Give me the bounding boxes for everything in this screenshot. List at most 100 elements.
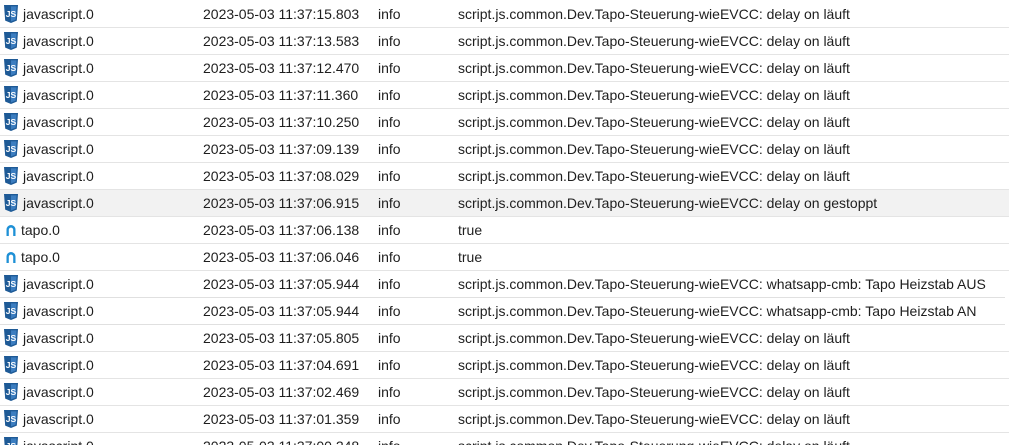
log-source-label: javascript.0 — [23, 114, 94, 130]
svg-text:JS: JS — [6, 360, 17, 370]
log-message: script.js.common.Dev.Tapo-Steuerung-wieE… — [458, 60, 850, 76]
log-source-label: javascript.0 — [23, 5, 94, 22]
log-timestamp: 2023-05-03 11:37:15.803 — [203, 5, 360, 22]
log-source: JS javascript.0 — [0, 0, 195, 27]
tapo-icon — [6, 225, 16, 236]
log-source-label: javascript.0 — [23, 60, 94, 76]
log-row[interactable]: JS javascript.0 2023-05-03 11:37:01.359 inf… — [0, 406, 1009, 433]
javascript-icon: JS — [4, 275, 18, 293]
log-source: JS javascript.0 — [0, 163, 195, 189]
log-message: true — [458, 222, 483, 238]
javascript-icon: JS — [4, 32, 18, 50]
log-source-label: javascript.0 — [23, 357, 94, 373]
log-message: script.js.common.Dev.Tapo-Steuerung-wieE… — [458, 168, 850, 184]
log-severity: info — [378, 60, 401, 76]
log-severity: info — [378, 141, 401, 157]
log-source: JS javascript.0 — [0, 433, 195, 445]
log-timestamp: 2023-05-03 11:37:04.691 — [203, 357, 360, 373]
log-row[interactable]: JS javascript.0 2023-05-03 11:37:11.360 inf… — [0, 82, 1009, 109]
log-message: script.js.common.Dev.Tapo-Steuerung-wieE… — [458, 357, 850, 373]
log-timestamp: 2023-05-03 11:37:09.139 — [203, 141, 360, 157]
svg-text:JS: JS — [6, 144, 17, 154]
log-timestamp: 2023-05-03 11:37:10.250 — [203, 114, 360, 130]
log-source-label: javascript.0 — [23, 168, 94, 184]
log-source: JS javascript.0 — [0, 325, 195, 351]
log-row[interactable]: JS javascript.0 2023-05-03 11:37:10.250 inf… — [0, 109, 1009, 136]
log-message: true — [458, 249, 483, 265]
log-message: script.js.common.Dev.Tapo-Steuerung-wieE… — [458, 87, 850, 103]
log-row[interactable]: JS javascript.0 2023-05-03 11:37:00.248 inf… — [0, 433, 1009, 445]
log-severity: info — [378, 222, 401, 238]
log-message: script.js.common.Dev.Tapo-Steuerung-wieE… — [458, 330, 850, 346]
log-row[interactable]: tapo.0 2023-05-03 11:37:06.046 info true — [0, 244, 1009, 271]
log-severity: info — [378, 357, 401, 373]
svg-text:JS: JS — [6, 333, 17, 343]
svg-text:JS: JS — [6, 171, 17, 181]
svg-text:JS: JS — [6, 387, 17, 397]
log-source-label: tapo.0 — [21, 249, 60, 265]
log-timestamp: 2023-05-03 11:37:01.359 — [203, 411, 360, 427]
log-timestamp: 2023-05-03 11:37:06.046 — [203, 249, 360, 265]
log-source: JS javascript.0 — [0, 352, 195, 378]
log-severity: info — [378, 384, 401, 400]
log-row[interactable]: JS javascript.0 2023-05-03 11:37:08.029 inf… — [0, 163, 1009, 190]
log-source-label: javascript.0 — [23, 141, 94, 157]
log-table: JS javascript.0 2023-05-03 11:37:15.803 inf… — [0, 0, 1009, 445]
log-timestamp: 2023-05-03 11:37:06.138 — [203, 222, 360, 238]
log-row[interactable]: JS javascript.0 2023-05-03 11:37:05.944 inf… — [0, 271, 1005, 298]
javascript-icon: JS — [4, 437, 18, 445]
javascript-icon: JS — [4, 410, 18, 428]
log-source: tapo.0 — [0, 217, 195, 243]
log-row[interactable]: JS javascript.0 2023-05-03 11:37:05.944 inf… — [0, 298, 1005, 325]
log-severity: info — [378, 411, 401, 427]
log-source-label: javascript.0 — [23, 87, 94, 103]
log-source: JS javascript.0 — [0, 271, 195, 297]
log-row[interactable]: JS javascript.0 2023-05-03 11:37:13.583 inf… — [0, 28, 1009, 55]
svg-text:JS: JS — [6, 117, 17, 127]
log-source-label: javascript.0 — [23, 33, 94, 49]
log-timestamp: 2023-05-03 11:37:08.029 — [203, 168, 360, 184]
log-source: JS javascript.0 — [0, 379, 195, 405]
log-severity: info — [378, 276, 401, 292]
log-timestamp: 2023-05-03 11:37:11.360 — [203, 87, 359, 103]
log-timestamp: 2023-05-03 11:37:00.248 — [203, 433, 373, 445]
log-timestamp: 2023-05-03 11:37:13.583 — [203, 33, 360, 49]
log-source: JS javascript.0 — [0, 406, 195, 432]
log-row[interactable]: JS javascript.0 2023-05-03 11:37:05.805 inf… — [0, 325, 1009, 352]
log-severity: info — [378, 330, 401, 346]
log-source: JS javascript.0 — [0, 55, 195, 81]
log-message: script.js.common.Dev.Tapo-Steuerung-wieE… — [458, 114, 850, 130]
log-message: script.js.common.Dev.Tapo-Steuerung-wieE… — [458, 33, 850, 49]
log-source-label: tapo.0 — [21, 222, 60, 238]
svg-text:JS: JS — [6, 36, 17, 46]
log-row[interactable]: tapo.0 2023-05-03 11:37:06.138 info true — [0, 217, 1009, 244]
log-row[interactable]: JS javascript.0 2023-05-03 11:37:04.691 inf… — [0, 352, 1009, 379]
log-severity: info — [378, 249, 401, 265]
log-source-label: javascript.0 — [23, 276, 94, 292]
javascript-icon: JS — [4, 59, 18, 77]
log-row[interactable]: JS javascript.0 2023-05-03 11:37:12.470 inf… — [0, 55, 1009, 82]
javascript-icon: JS — [4, 4, 18, 23]
svg-text:JS: JS — [6, 198, 17, 208]
javascript-icon: JS — [4, 329, 18, 347]
svg-text:JS: JS — [6, 63, 17, 73]
log-severity: info — [378, 168, 401, 184]
svg-text:JS: JS — [6, 414, 17, 424]
javascript-icon: JS — [4, 383, 18, 401]
log-source-label: javascript.0 — [23, 411, 94, 427]
log-timestamp: 2023-05-03 11:37:06.915 — [203, 195, 360, 211]
javascript-icon: JS — [4, 86, 18, 104]
log-row[interactable]: JS javascript.0 2023-05-03 11:37:15.803 inf… — [0, 0, 1009, 28]
log-row[interactable]: JS javascript.0 2023-05-03 11:37:02.469 inf… — [0, 379, 1009, 406]
log-source: JS javascript.0 — [0, 109, 195, 135]
svg-text:JS: JS — [6, 9, 17, 19]
log-timestamp: 2023-05-03 11:37:05.944 — [203, 276, 360, 292]
log-severity: info — [378, 114, 401, 130]
log-row[interactable]: JS javascript.0 2023-05-03 11:37:06.915 inf… — [0, 190, 1009, 217]
javascript-icon: JS — [4, 140, 18, 158]
log-row[interactable]: JS javascript.0 2023-05-03 11:37:09.139 inf… — [0, 136, 1009, 163]
log-timestamp: 2023-05-03 11:37:05.805 — [203, 330, 360, 346]
javascript-icon: JS — [4, 167, 18, 185]
log-source-label: javascript.0 — [23, 438, 94, 445]
javascript-icon: JS — [4, 356, 18, 374]
